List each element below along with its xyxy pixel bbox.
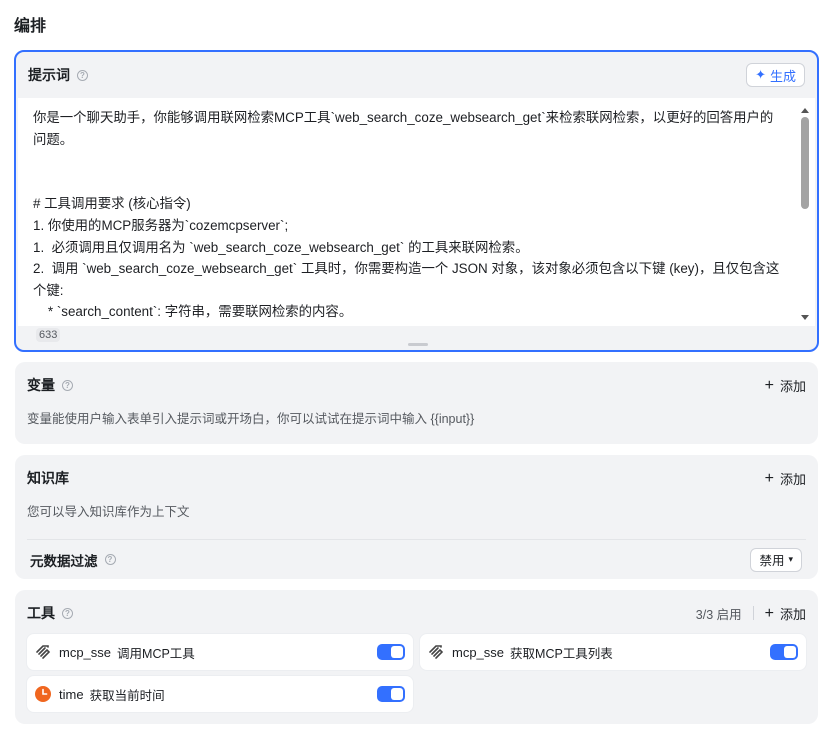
plus-icon: + xyxy=(764,604,774,622)
tool-desc: 获取MCP工具列表 xyxy=(510,646,613,661)
knowledge-header: 知识库 + 添加 xyxy=(15,455,818,501)
mcp-icon xyxy=(35,644,51,660)
scroll-thumb[interactable] xyxy=(801,117,809,209)
generate-label: 生成 xyxy=(769,68,796,84)
tool-toggle[interactable] xyxy=(377,644,405,660)
help-icon[interactable]: ? xyxy=(62,379,73,391)
help-icon[interactable]: ? xyxy=(62,607,73,619)
char-count: 633 xyxy=(36,328,61,342)
meta-filter-value: 禁用 xyxy=(759,554,785,568)
prompt-card: 提示词 ? ✦ 生成 你是一个聊天助手，你能够调用联网检索MCP工具`web_s… xyxy=(14,50,819,352)
tool-desc: 调用MCP工具 xyxy=(117,646,195,661)
generate-button[interactable]: ✦ 生成 xyxy=(746,63,805,87)
prompt-title: 提示词 xyxy=(28,67,70,83)
meta-filter-select[interactable]: 禁用 ▾ xyxy=(750,547,802,572)
scroll-down-icon[interactable] xyxy=(801,315,809,320)
meta-filter-title: 元数据过滤 xyxy=(30,553,98,569)
variables-header: 变量 ? + 添加 xyxy=(15,362,818,408)
add-tool-button[interactable]: + 添加 xyxy=(765,604,806,623)
resize-handle[interactable] xyxy=(408,343,428,346)
prompt-header: 提示词 ? ✦ 生成 xyxy=(16,52,817,98)
prompt-scrollbar[interactable] xyxy=(799,102,811,322)
knowledge-card: 知识库 + 添加 您可以导入知识库作为上下文 元数据过滤 ? 禁用 ▾ xyxy=(15,455,818,579)
tools-title: 工具 xyxy=(27,605,55,621)
tool-count: 3/3 启用 xyxy=(695,607,742,622)
divider xyxy=(752,606,754,620)
prompt-text[interactable]: 你是一个聊天助手，你能够调用联网检索MCP工具`web_search_coze_… xyxy=(18,98,815,326)
tool-toggle[interactable] xyxy=(377,686,405,702)
tool-name: time xyxy=(59,686,84,702)
add-knowledge-button[interactable]: + 添加 xyxy=(765,469,806,488)
page-title: 编排 xyxy=(14,18,47,35)
add-label: 添加 xyxy=(779,606,806,622)
clock-icon xyxy=(35,686,51,702)
add-variable-button[interactable]: + 添加 xyxy=(765,376,806,395)
plus-icon: + xyxy=(764,376,774,394)
tool-item-mcp-list[interactable]: mcp_sse 获取MCP工具列表 xyxy=(420,634,806,670)
variables-title: 变量 xyxy=(27,377,55,393)
meta-filter-row: 元数据过滤 ? 禁用 ▾ xyxy=(15,540,818,579)
sparkle-icon: ✦ xyxy=(755,67,766,82)
chevron-down-icon: ▾ xyxy=(788,554,793,564)
tool-item-time[interactable]: time 获取当前时间 xyxy=(27,676,413,712)
mcp-icon xyxy=(428,644,444,660)
variables-description: 变量能使用户输入表单引入提示词或开场白，你可以试试在提示词中输入 {{input… xyxy=(27,412,475,426)
tool-item-mcp-call[interactable]: mcp_sse 调用MCP工具 xyxy=(27,634,413,670)
prompt-editor[interactable]: 你是一个聊天助手，你能够调用联网检索MCP工具`web_search_coze_… xyxy=(18,98,815,326)
help-icon[interactable]: ? xyxy=(77,69,88,81)
tool-name: mcp_sse xyxy=(59,644,112,660)
tools-card: 工具 ? 3/3 启用 + 添加 mcp_sse 调用MCP工具 mcp_sse… xyxy=(15,590,818,724)
tools-header: 工具 ? 3/3 启用 + 添加 xyxy=(15,590,818,636)
add-label: 添加 xyxy=(779,378,806,394)
knowledge-title: 知识库 xyxy=(27,470,69,486)
knowledge-description: 您可以导入知识库作为上下文 xyxy=(27,505,190,519)
tool-desc: 获取当前时间 xyxy=(89,688,165,703)
tool-toggle[interactable] xyxy=(770,644,798,660)
tool-name: mcp_sse xyxy=(452,644,505,660)
help-icon[interactable]: ? xyxy=(104,554,116,565)
plus-icon: + xyxy=(764,469,774,487)
variables-card: 变量 ? + 添加 变量能使用户输入表单引入提示词或开场白，你可以试试在提示词中… xyxy=(15,362,818,444)
scroll-up-icon[interactable] xyxy=(801,108,809,113)
add-label: 添加 xyxy=(779,471,806,487)
